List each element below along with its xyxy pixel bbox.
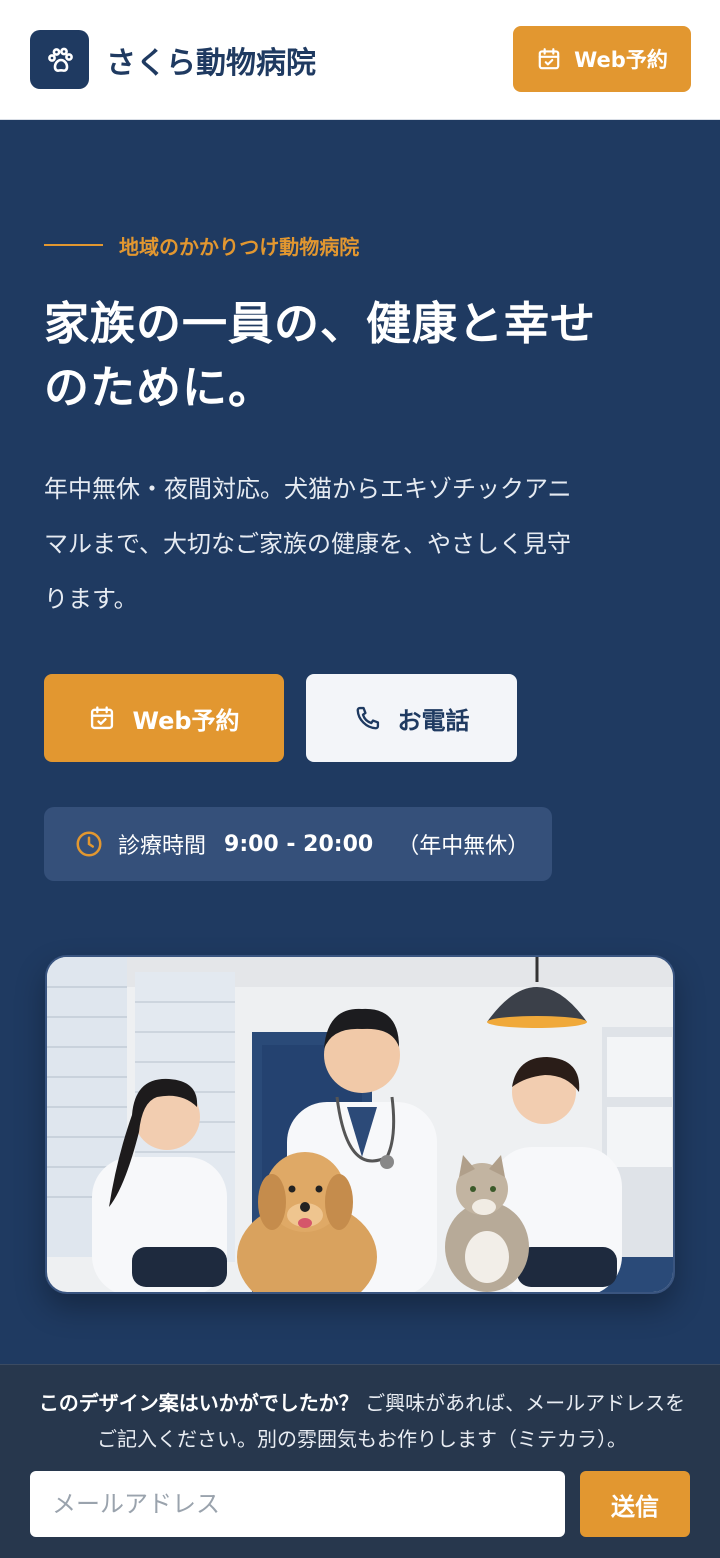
hero-description-line2: マルまで、大切なご家族の健康を、やさしく見守 xyxy=(44,530,572,558)
hero-eyebrow: 地域のかかりつけ動物病院 xyxy=(44,230,359,260)
clock-icon xyxy=(76,831,102,857)
feedback-question: このデザイン案はいかがでしたか？ xyxy=(38,1391,359,1415)
calendar-check-icon xyxy=(91,706,114,730)
phone-button[interactable]: お電話 xyxy=(306,674,517,762)
calendar-check-icon xyxy=(538,48,560,70)
brand-name[interactable]: さくら動物病院 xyxy=(106,38,316,82)
logo[interactable] xyxy=(30,30,89,89)
hero-title: 家族の一員の、健康と幸せ のために。 xyxy=(44,292,684,420)
hero-photo xyxy=(45,955,675,1294)
phone-label: お電話 xyxy=(397,706,470,735)
hours-note: （年中無休） xyxy=(397,834,530,859)
hero-title-line1: 家族の一員の、健康と幸せ xyxy=(44,297,597,350)
eyebrow-text: 地域のかかりつけ動物病院 xyxy=(119,234,360,259)
send-button[interactable]: 送信 xyxy=(580,1471,690,1537)
hero-title-line2: のために。 xyxy=(44,361,275,414)
clinic-staff-with-pets-image xyxy=(47,957,673,1292)
phone-icon xyxy=(356,706,379,730)
hero-description-line1: 年中無休・夜間対応。犬猫からエキゾチックアニ xyxy=(44,475,572,503)
hours-badge: 診療時間 9:00 - 20:00 （年中無休） xyxy=(44,807,552,881)
header-reserve-label: Web予約 xyxy=(574,48,668,72)
hero-description: 年中無休・夜間対応。犬猫からエキゾチックアニ マルまで、大切なご家族の健康を、や… xyxy=(44,462,674,627)
web-reserve-label: Web予約 xyxy=(132,706,240,735)
header-reserve-button[interactable]: Web予約 xyxy=(513,26,691,92)
eyebrow-line xyxy=(44,244,103,246)
hours-time: 9:00 - 20:00 xyxy=(224,831,374,857)
hours-label: 診療時間 xyxy=(118,834,207,859)
feedback-text: このデザイン案はいかがでしたか？ ご興味があれば、メールアドレスをご記入ください… xyxy=(30,1385,694,1457)
site-header: さくら動物病院 Web予約 xyxy=(0,0,720,120)
paw-icon xyxy=(47,47,73,72)
hero-description-line3: ります。 xyxy=(44,585,138,613)
web-reserve-button[interactable]: Web予約 xyxy=(44,674,284,762)
email-input[interactable] xyxy=(30,1471,565,1537)
feedback-bar: このデザイン案はいかがでしたか？ ご興味があれば、メールアドレスをご記入ください… xyxy=(0,1364,720,1558)
